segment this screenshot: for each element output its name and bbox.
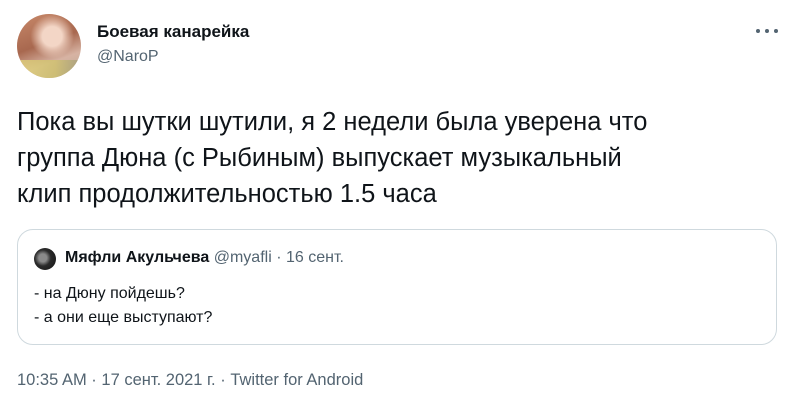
tweet-footer: 10:35 AM · 17 сент. 2021 г. · Twitter fo… [17,371,363,390]
quoted-author-name: Мяфли Акульчева [65,249,210,266]
more-dot [774,29,778,33]
quoted-line: - а они еще выступают? [34,309,213,326]
quoted-header: Мяфли Акульчева @myafli · 16 сент. [65,249,344,267]
more-dot [765,29,769,33]
author-avatar[interactable] [17,14,81,78]
footer-separator: · [215,371,231,389]
quoted-tweet[interactable]: Мяфли Акульчева @myafli · 16 сент. - на … [17,229,777,345]
author-name[interactable]: Боевая канарейка [97,22,249,42]
tweet-source[interactable]: Twitter for Android [230,371,363,389]
quoted-separator: · [271,249,286,266]
tweet-time[interactable]: 10:35 AM [17,371,87,389]
more-dot [756,29,760,33]
footer-separator: · [86,371,102,389]
more-options-icon[interactable] [756,24,778,38]
tweet-text: Пока вы шутки шутили, я 2 недели была ув… [17,108,648,208]
quoted-date: 16 сент. [285,249,344,266]
quoted-text: - на Дюну пойдешь? - а они еще выступают… [34,282,212,330]
quoted-author-handle: @myafli [213,249,272,266]
quoted-line: - на Дюну пойдешь? [34,285,185,302]
author-handle[interactable]: @NaroP [97,48,159,66]
tweet-date[interactable]: 17 сент. 2021 г. [101,371,215,389]
tweet-card: Боевая канарейка @NaroP Пока вы шутки шу… [0,0,794,409]
quoted-author-avatar [34,248,56,270]
